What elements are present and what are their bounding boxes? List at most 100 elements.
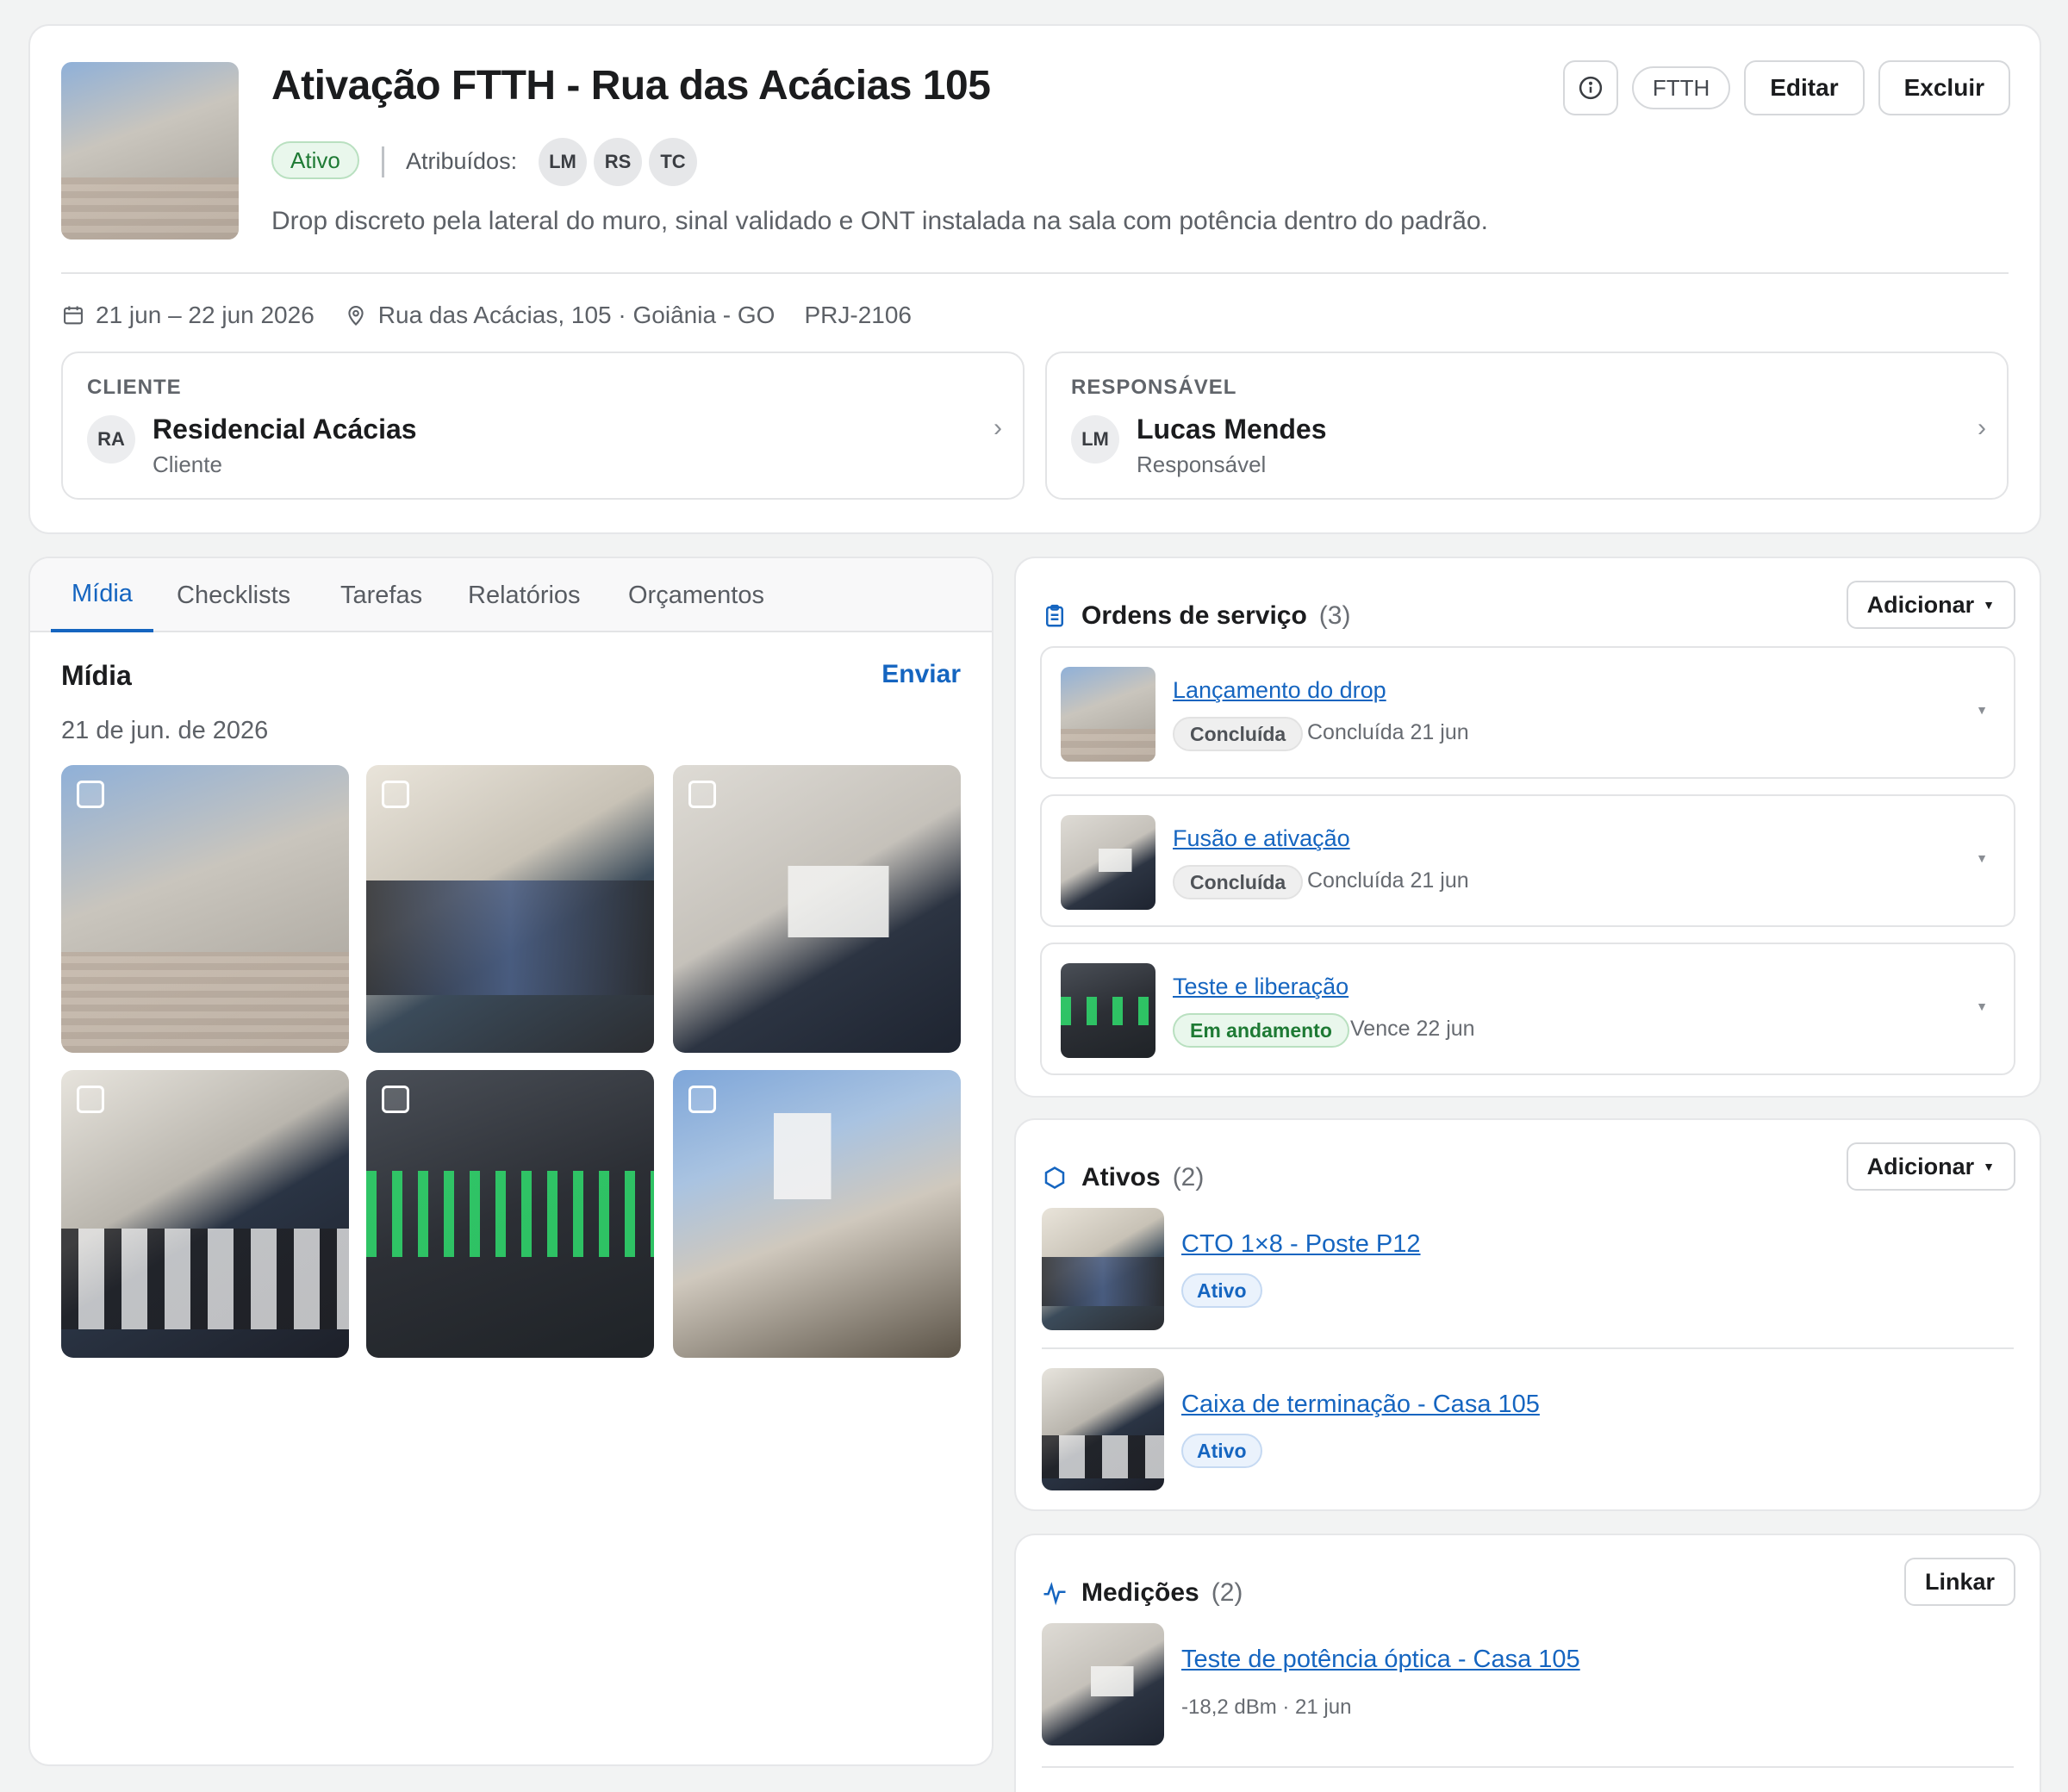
select-checkbox[interactable]: [688, 1086, 716, 1113]
asset-title-link[interactable]: Caixa de terminação - Casa 105: [1181, 1391, 1540, 1419]
order-meta: Vence 22 jun: [1350, 1017, 1475, 1041]
measurements-card: Medições (2) Linkar Teste de potência ópt…: [1014, 1534, 2041, 1792]
media-photo[interactable]: [366, 765, 654, 1053]
tab-bar: Mídia Checklists Tarefas Relatórios Orça…: [30, 558, 992, 632]
project-code: PRJ-2106: [804, 302, 912, 329]
avatar: RA: [87, 415, 135, 464]
avatar: LM: [1071, 415, 1119, 464]
client-card[interactable]: CLIENTE RA Residencial Acácias Cliente ›: [61, 352, 1025, 500]
caret-down-icon[interactable]: ▼: [1976, 999, 1988, 1013]
clipboard-icon: [1046, 604, 1063, 627]
activity-icon: [1043, 1582, 1066, 1606]
media-photo[interactable]: [673, 765, 961, 1053]
section-count: (2): [1211, 1578, 1243, 1607]
media-panel: Mídia Checklists Tarefas Relatórios Orça…: [28, 557, 994, 1766]
date-range-text: 21 jun – 22 jun 2026: [96, 302, 315, 328]
delete-button[interactable]: Excluir: [1878, 60, 2010, 115]
caret-down-icon[interactable]: ▼: [1976, 851, 1988, 865]
asset-status-badge: Ativo: [1181, 1434, 1262, 1468]
link-measurement-button[interactable]: Linkar: [1903, 1558, 2015, 1606]
chevron-right-icon: ›: [1978, 414, 1986, 442]
date-range: 21 jun – 22 jun 2026: [61, 302, 315, 329]
caret-down-icon: ▼: [1983, 1160, 1995, 1173]
location-pin-icon: [348, 306, 364, 326]
media-photo[interactable]: [366, 1070, 654, 1358]
responsible-role: Responsável: [1137, 451, 1267, 477]
media-date-group: 21 de jun. de 2026: [61, 717, 269, 744]
responsible-card[interactable]: RESPONSÁVEL LM Lucas Mendes Responsável …: [1045, 352, 2009, 500]
service-orders-title: Ordens de serviço (3): [1081, 601, 1350, 631]
media-photo[interactable]: [61, 1070, 349, 1358]
tab-midia[interactable]: Mídia: [51, 558, 153, 632]
button-label: Linkar: [1924, 1568, 1995, 1595]
order-title-link[interactable]: Teste e liberação: [1173, 974, 1349, 1000]
tab-orcamentos[interactable]: Orçamentos: [607, 558, 785, 632]
add-service-order-button[interactable]: Adicionar ▼: [1846, 581, 2015, 629]
button-label: Adicionar: [1866, 1153, 1975, 1179]
hexagon-icon: [1044, 1167, 1065, 1189]
divider: [382, 146, 384, 177]
asset-thumbnail: [1042, 1368, 1164, 1490]
asset-thumbnail: [1042, 1208, 1164, 1330]
avatar[interactable]: RS: [594, 138, 642, 186]
measurement-item[interactable]: Teste de potência óptica - Casa 105 -18,…: [1042, 1623, 2014, 1745]
measurement-thumbnail: [1042, 1623, 1164, 1745]
select-checkbox[interactable]: [77, 1086, 104, 1113]
section-count: (3): [1318, 601, 1351, 630]
button-label: Adicionar: [1866, 591, 1975, 618]
tab-tarefas[interactable]: Tarefas: [320, 558, 443, 632]
tag-badge: FTTH: [1631, 66, 1731, 109]
order-thumbnail: [1061, 963, 1155, 1058]
order-thumbnail: [1061, 667, 1155, 762]
service-orders-card: Ordens de serviço (3) Adicionar ▼ Lançamen…: [1014, 557, 2041, 1098]
avatar[interactable]: TC: [649, 138, 697, 186]
service-order-item[interactable]: Fusão e ativação Concluída Concluída 21 …: [1040, 794, 2015, 927]
caret-down-icon[interactable]: ▼: [1976, 703, 1988, 717]
measurement-title-link[interactable]: Teste de potência óptica - Casa 105: [1181, 1646, 1580, 1674]
section-count: (2): [1172, 1163, 1205, 1192]
divider: [61, 272, 2009, 274]
send-media-button[interactable]: Enviar: [881, 660, 961, 689]
select-checkbox[interactable]: [77, 781, 104, 808]
asset-item[interactable]: Caixa de terminação - Casa 105 Ativo: [1042, 1368, 2014, 1490]
edit-button[interactable]: Editar: [1744, 60, 1865, 115]
media-photo[interactable]: [61, 765, 349, 1053]
order-status-badge: Concluída: [1173, 717, 1304, 751]
info-icon: [1579, 76, 1602, 100]
select-checkbox[interactable]: [382, 1086, 409, 1113]
asset-item[interactable]: CTO 1×8 - Poste P12 Ativo: [1042, 1208, 2014, 1330]
order-title-link[interactable]: Lançamento do drop: [1173, 677, 1386, 704]
client-name: Residencial Acácias: [153, 414, 417, 445]
section-title-text: Ativos: [1081, 1163, 1161, 1192]
service-order-item[interactable]: Teste e liberação Em andamento Vence 22 …: [1040, 943, 2015, 1075]
section-title-text: Ordens de serviço: [1081, 601, 1307, 630]
measurements-title: Medições (2): [1081, 1578, 1243, 1608]
media-photo[interactable]: [673, 1070, 961, 1358]
order-meta: Concluída 21 jun: [1307, 868, 1469, 893]
page-title: Ativação FTTH - Rua das Acácias 105: [271, 63, 991, 109]
select-checkbox[interactable]: [382, 781, 409, 808]
service-order-item[interactable]: Lançamento do drop Concluída Concluída 2…: [1040, 646, 2015, 779]
responsible-name: Lucas Mendes: [1137, 414, 1327, 445]
section-title-text: Medições: [1081, 1578, 1199, 1607]
responsible-label: RESPONSÁVEL: [1071, 376, 1237, 399]
asset-title-link[interactable]: CTO 1×8 - Poste P12: [1181, 1230, 1421, 1259]
client-role: Cliente: [153, 451, 222, 477]
divider: [1042, 1766, 2014, 1768]
project-cover-image[interactable]: [61, 62, 239, 240]
avatar[interactable]: LM: [539, 138, 587, 186]
add-asset-button[interactable]: Adicionar ▼: [1846, 1142, 2015, 1191]
tab-checklists[interactable]: Checklists: [156, 558, 311, 632]
order-meta: Concluída 21 jun: [1307, 720, 1469, 744]
chevron-right-icon: ›: [994, 414, 1002, 442]
order-status-badge: Concluída: [1173, 865, 1304, 899]
calendar-icon: [64, 306, 83, 325]
info-button[interactable]: [1562, 60, 1618, 115]
caret-down-icon: ▼: [1983, 598, 1995, 612]
tab-relatorios[interactable]: Relatórios: [447, 558, 601, 632]
project-meta: 21 jun – 22 jun 2026 Rua das Acácias, 10…: [61, 298, 941, 333]
select-checkbox[interactable]: [688, 781, 716, 808]
project-code-text: PRJ-2106: [804, 302, 912, 328]
assets-title: Ativos (2): [1081, 1163, 1204, 1192]
order-title-link[interactable]: Fusão e ativação: [1173, 825, 1350, 852]
